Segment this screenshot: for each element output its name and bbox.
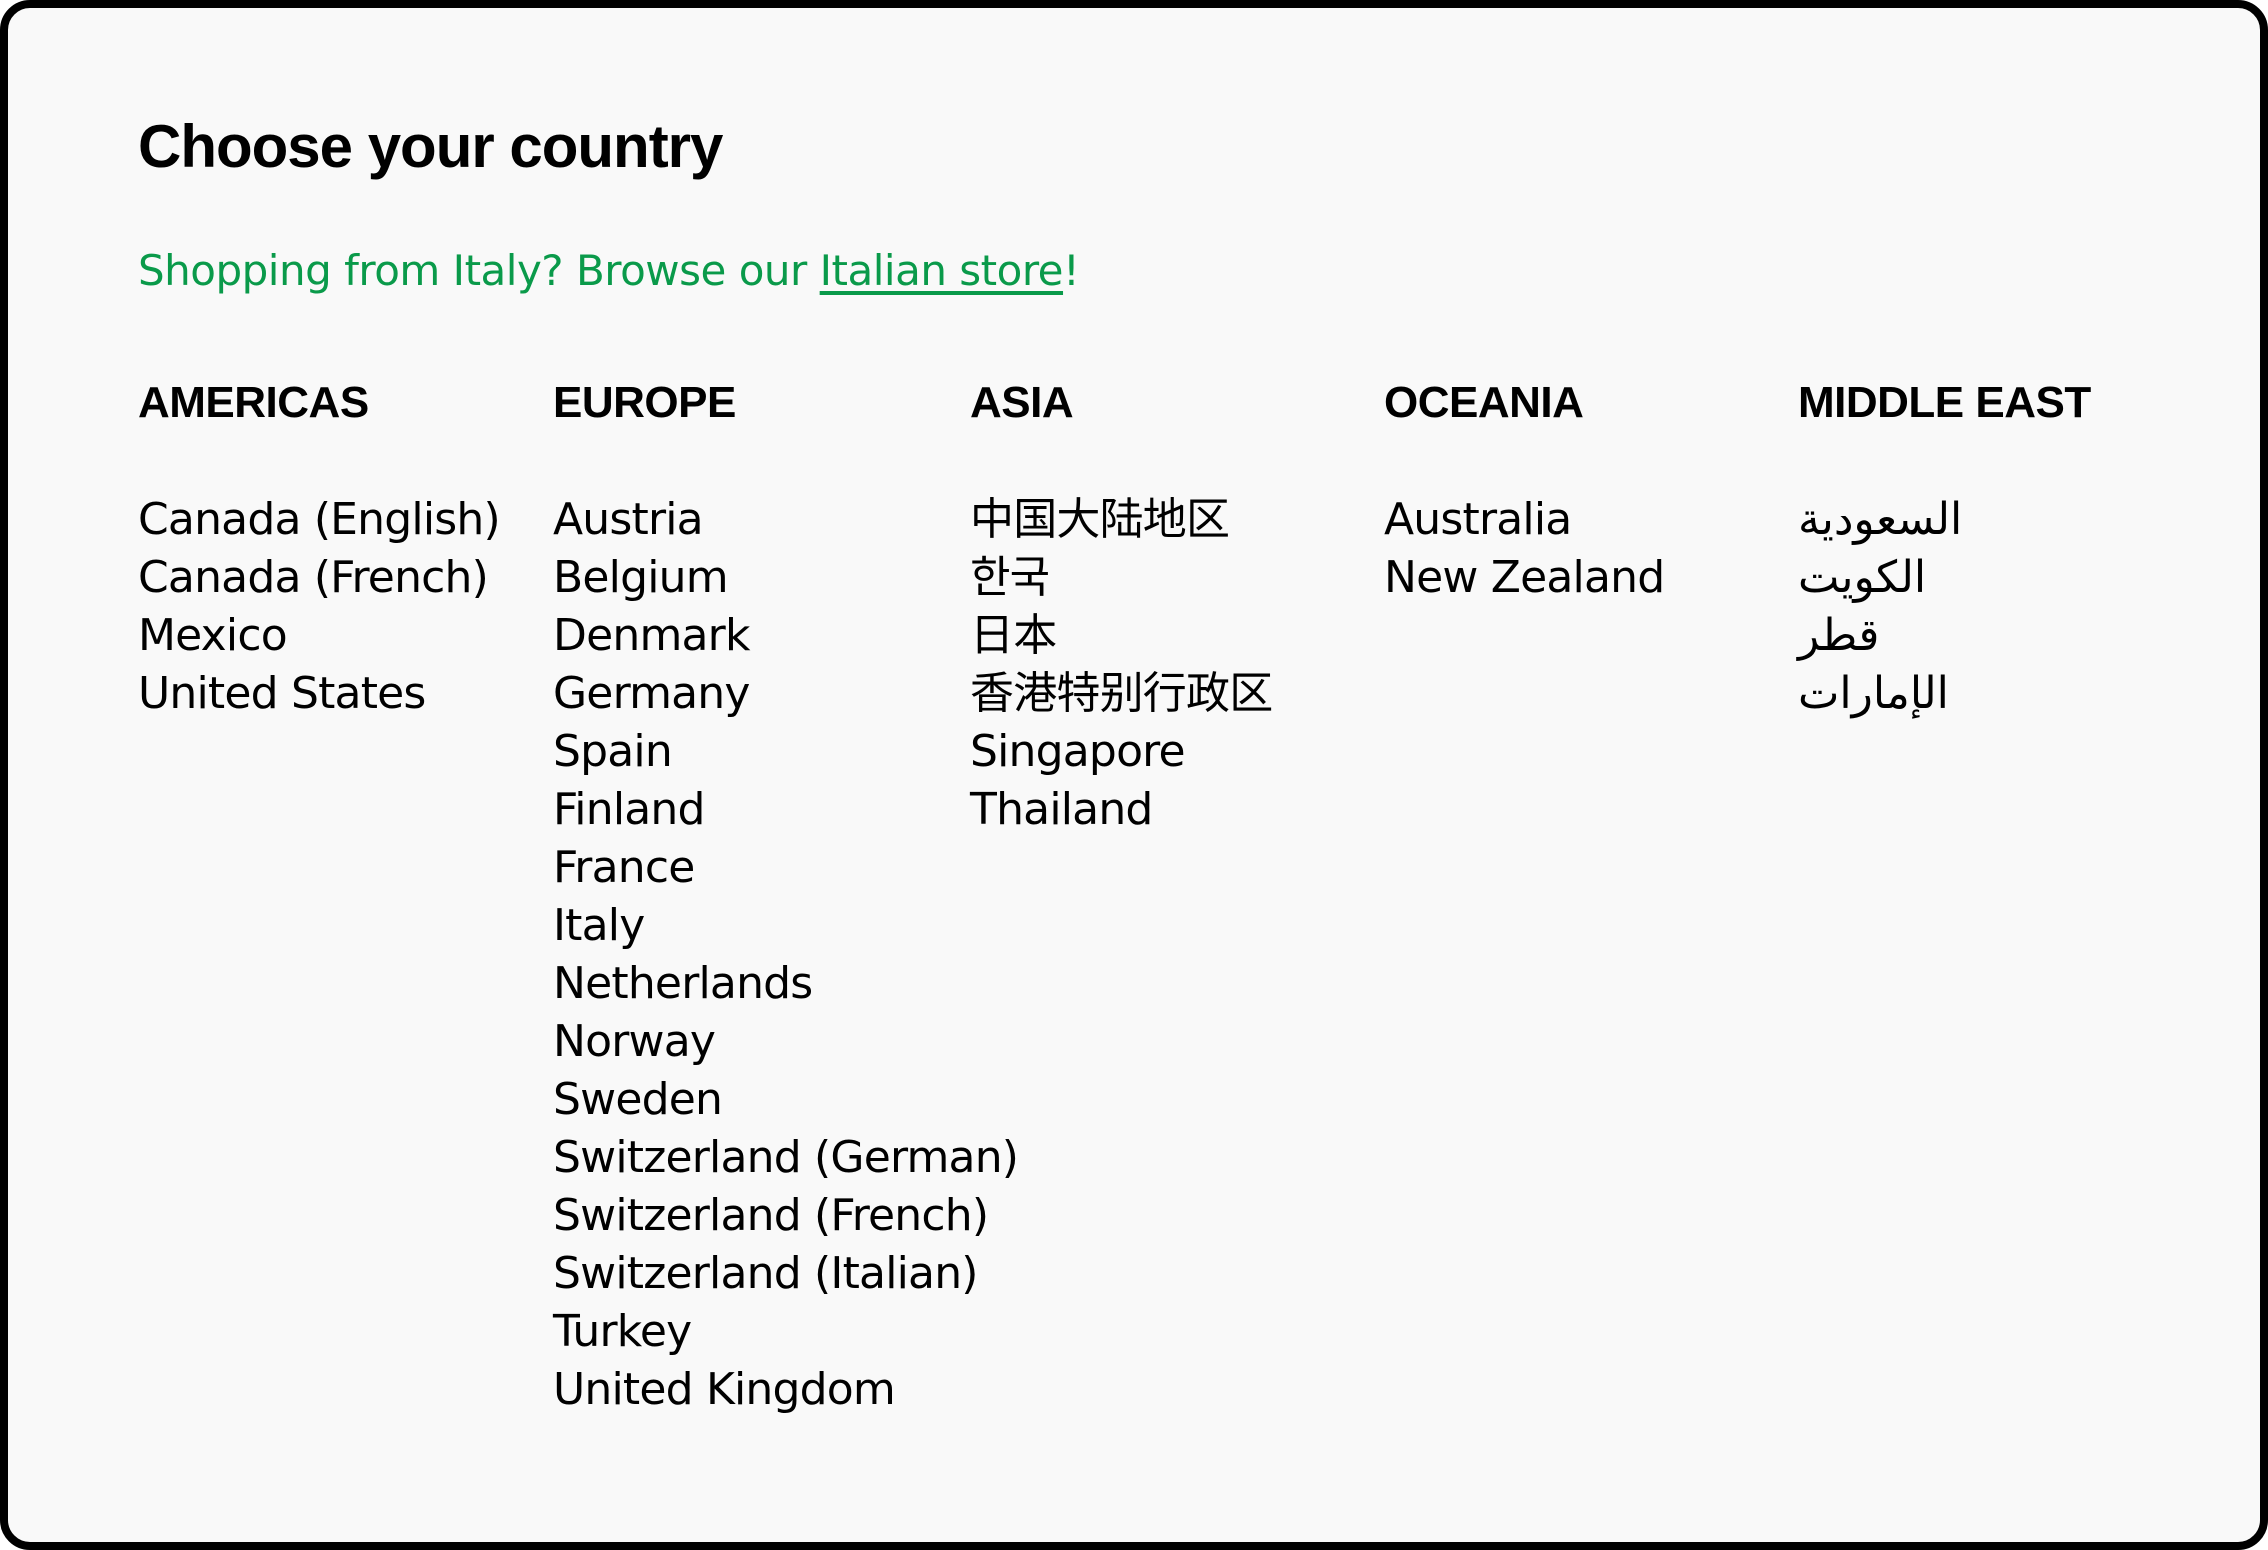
- italian-store-link[interactable]: Italian store: [820, 246, 1064, 295]
- country-link[interactable]: Norway: [553, 1016, 716, 1067]
- country-item: Switzerland (French): [553, 1187, 1018, 1245]
- country-selector-panel: Choose your country Shopping from Italy?…: [0, 0, 2268, 1550]
- country-link[interactable]: Switzerland (German): [553, 1132, 1019, 1183]
- country-item: Mexico: [138, 607, 500, 665]
- country-item: Canada (French): [138, 549, 500, 607]
- country-item: Turkey: [553, 1303, 1018, 1361]
- page-title: Choose your country: [138, 113, 723, 180]
- region-asia: ASIA 中国大陆地区 한국 日本香港特别行政区 Singapore Thailand: [970, 378, 1380, 835]
- country-item: Sweden: [553, 1071, 1018, 1129]
- country-link[interactable]: Mexico: [138, 610, 288, 661]
- country-link[interactable]: السعودية: [1798, 494, 1963, 545]
- region-heading: MIDDLE EAST: [1798, 378, 2091, 427]
- country-link[interactable]: الكويت: [1798, 552, 1927, 603]
- region-americas: AMERICAS Canada (English) Canada (French) M…: [138, 378, 548, 719]
- country-item: Belgium: [553, 549, 1018, 607]
- country-item: الإمارات: [1798, 665, 1962, 723]
- country-link[interactable]: Finland: [553, 784, 705, 835]
- country-link[interactable]: Germany: [553, 668, 750, 719]
- country-link[interactable]: Canada (French): [138, 552, 489, 603]
- region-heading: OCEANIA: [1384, 378, 1584, 427]
- country-link[interactable]: France: [553, 842, 695, 893]
- country-item: Italy: [553, 897, 1018, 955]
- country-item: Switzerland (German): [553, 1129, 1019, 1187]
- country-link[interactable]: Singapore: [970, 726, 1186, 777]
- country-item: Singapore: [970, 723, 1272, 781]
- country-link[interactable]: Canada (English): [138, 494, 501, 545]
- country-item: 한국: [970, 549, 1272, 607]
- country-link[interactable]: Spain: [553, 726, 673, 777]
- country-list: السعودية الكويت قطر الإمارات: [1798, 491, 1963, 723]
- region-heading: ASIA: [970, 378, 1074, 427]
- country-item: 香港特别行政区: [970, 665, 1273, 723]
- country-list: 中国大陆地区 한국 日本香港特别行政区 Singapore Thailand: [970, 491, 1273, 839]
- country-item: Germany: [553, 665, 1018, 723]
- country-link[interactable]: 中国大陆地区: [970, 494, 1230, 545]
- country-link[interactable]: Australia: [1384, 494, 1572, 545]
- country-item: Netherlands: [553, 955, 1018, 1013]
- country-link[interactable]: New Zealand: [1384, 552, 1665, 603]
- country-item: Australia: [1384, 491, 1664, 549]
- region-heading: EUROPE: [553, 378, 736, 427]
- country-item: United States: [138, 665, 500, 723]
- country-link[interactable]: Italy: [553, 900, 645, 951]
- country-list: Canada (English) Canada (French) Mexico Uni…: [138, 491, 501, 723]
- country-link[interactable]: United Kingdom: [553, 1364, 896, 1415]
- country-link[interactable]: الإمارات: [1798, 668, 1950, 719]
- store-suggestion: Shopping from Italy? Browse our Italian …: [138, 246, 1080, 295]
- country-link[interactable]: 日本: [970, 610, 1057, 661]
- country-item: Spain: [553, 723, 1018, 781]
- country-item: 中国大陆地区: [970, 491, 1272, 549]
- country-link[interactable]: Sweden: [553, 1074, 723, 1125]
- country-link[interactable]: Denmark: [553, 610, 750, 661]
- country-item: Finland: [553, 781, 1018, 839]
- country-item: United Kingdom: [553, 1361, 1018, 1419]
- country-item: قطر: [1798, 607, 1962, 665]
- country-item: New Zealand: [1384, 549, 1665, 607]
- store-suggestion-suffix: !: [1063, 246, 1080, 295]
- country-link[interactable]: Switzerland (French): [553, 1190, 989, 1241]
- country-link[interactable]: Thailand: [970, 784, 1153, 835]
- country-link[interactable]: Switzerland (Italian): [553, 1248, 978, 1299]
- country-item: Denmark: [553, 607, 1018, 665]
- region-heading: AMERICAS: [138, 378, 369, 427]
- country-link[interactable]: Turkey: [553, 1306, 692, 1357]
- country-item: Switzerland (Italian): [553, 1245, 1018, 1303]
- country-link[interactable]: قطر: [1798, 610, 1880, 661]
- country-link[interactable]: Netherlands: [553, 958, 813, 1009]
- region-europe: EUROPE Austria Belgium Denmark Germany Spain F…: [553, 378, 1019, 1415]
- store-suggestion-text: Shopping from Italy? Browse our: [138, 246, 820, 295]
- country-list: Austria Belgium Denmark Germany Spain Finland…: [553, 491, 1019, 1419]
- country-link[interactable]: Austria: [553, 494, 704, 545]
- country-item: France: [553, 839, 1018, 897]
- country-item: السعودية: [1798, 491, 1963, 549]
- country-link[interactable]: 한국: [970, 552, 1050, 603]
- country-item: الكويت: [1798, 549, 1962, 607]
- country-link[interactable]: Belgium: [553, 552, 729, 603]
- country-item: Thailand: [970, 781, 1272, 839]
- country-item: 日本: [970, 607, 1272, 665]
- country-list: Australia New Zealand: [1384, 491, 1665, 607]
- country-item: Norway: [553, 1013, 1018, 1071]
- region-oceania: OCEANIA Australia New Zealand: [1384, 378, 1794, 603]
- country-link[interactable]: 香港特别行政区: [970, 668, 1273, 719]
- country-item: Austria: [553, 491, 1018, 549]
- country-link[interactable]: United States: [138, 668, 426, 719]
- region-middle-east: MIDDLE EAST السعودية الكويت قطر الإمارات: [1798, 378, 2208, 719]
- country-item: Canada (English): [138, 491, 501, 549]
